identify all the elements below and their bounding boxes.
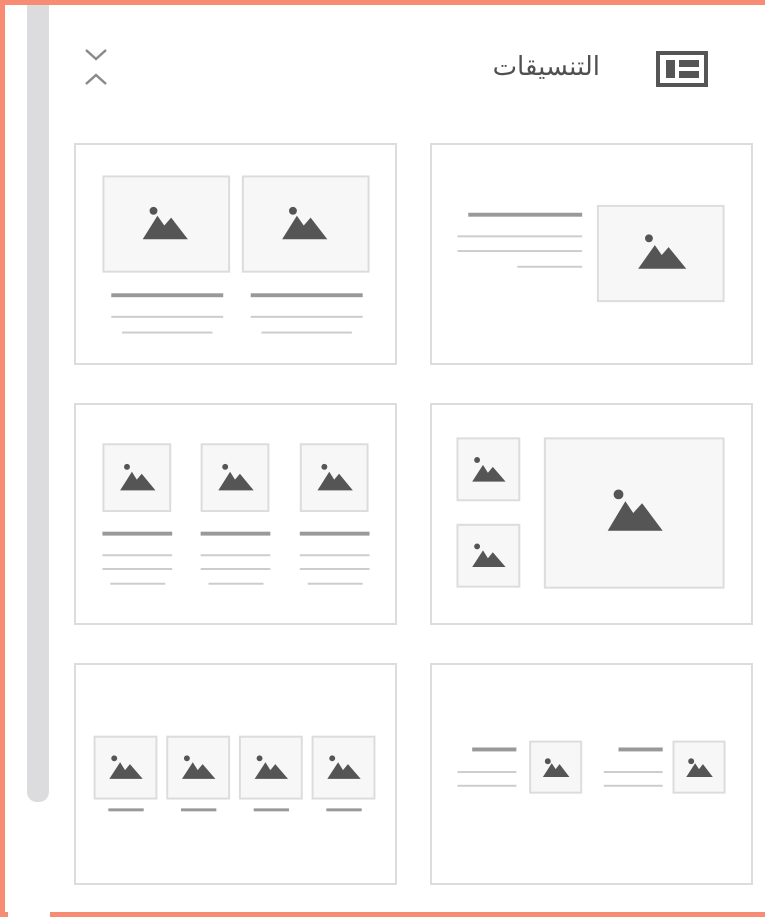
- layout-two-small-one-large[interactable]: [430, 403, 753, 625]
- collapse-icon[interactable]: [80, 44, 112, 90]
- layout-icon: [656, 51, 708, 87]
- layout-three-columns[interactable]: [74, 403, 397, 625]
- layout-two-images-with-captions[interactable]: [74, 143, 397, 365]
- layout-two-text-image-pairs[interactable]: [430, 663, 753, 885]
- layout-four-images-row[interactable]: [74, 663, 397, 885]
- scrollbar-thumb[interactable]: [27, 5, 49, 802]
- layout-text-left-image-right[interactable]: [430, 143, 753, 365]
- panel-title: التنسيقات: [492, 52, 600, 82]
